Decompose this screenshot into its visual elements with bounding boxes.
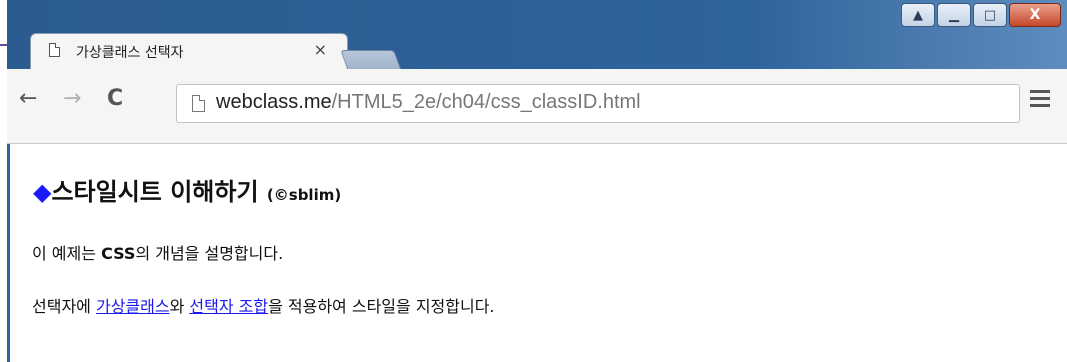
page-icon — [49, 43, 60, 57]
new-tab-button[interactable] — [340, 50, 402, 71]
user-icon: ▲ — [913, 7, 923, 23]
user-profile-button[interactable]: ▲ — [901, 3, 935, 27]
forward-arrow-icon[interactable]: → — [63, 86, 81, 111]
p2-pre: 선택자에 — [32, 297, 96, 316]
menu-bar — [1030, 104, 1050, 107]
link-pseudo-class[interactable]: 가상클래스 — [96, 297, 170, 316]
window-caption-buttons: ▲ ▁ □ X — [901, 3, 1061, 27]
maximize-button[interactable]: □ — [973, 3, 1007, 27]
paragraph-selectors: 선택자에 가상클래스와 선택자 조합을 적용하여 스타일을 지정합니다. — [32, 293, 495, 317]
address-bar[interactable]: webclass.me/HTML5_2e/ch04/css_classID.ht… — [176, 84, 1020, 123]
p2-mid: 와 — [169, 297, 190, 316]
url-path: /HTML5_2e/ch04/css_classID.html — [331, 91, 641, 113]
reload-icon[interactable]: C — [107, 86, 123, 111]
menu-bar — [1030, 90, 1050, 93]
p1-bold: CSS — [101, 244, 136, 263]
p1-pre: 이 예제는 — [32, 244, 102, 263]
back-arrow-icon[interactable]: ← — [19, 86, 37, 111]
browser-toolbar: ← → C webclass.me/HTML5_2e/ch04/css_clas… — [7, 69, 1067, 144]
paragraph-intro: 이 예제는 CSS의 개념을 설명합니다. — [32, 240, 283, 264]
p2-post: 을 적용하여 스타일을 지정합니다. — [268, 297, 495, 316]
url-host: webclass.me — [216, 91, 332, 113]
heading-credit: (©sblim) — [266, 186, 342, 204]
menu-bar — [1030, 97, 1050, 100]
window-left-border — [7, 144, 10, 362]
close-window-button[interactable]: X — [1009, 3, 1061, 27]
link-selector-combination[interactable]: 선택자 조합 — [189, 297, 268, 316]
maximize-icon: □ — [983, 7, 997, 23]
close-icon: X — [1029, 7, 1041, 23]
url-text[interactable]: webclass.me/HTML5_2e/ch04/css_classID.ht… — [216, 91, 641, 114]
page-icon — [192, 95, 205, 112]
heading-text: 스타일시트 이해하기 — [51, 178, 259, 206]
tab-close-icon[interactable]: × — [314, 40, 327, 59]
p1-post: 의 개념을 설명합니다. — [135, 244, 284, 263]
minimize-button[interactable]: ▁ — [937, 3, 971, 27]
minimize-icon: ▁ — [949, 7, 959, 23]
page-heading: ◆스타일시트 이해하기 (©sblim) — [33, 172, 341, 207]
tab-active[interactable]: 가상클래스 선택자 × — [30, 33, 348, 69]
page-content: ◆스타일시트 이해하기 (©sblim) 이 예제는 CSS의 개념을 설명합니… — [7, 144, 1067, 362]
tab-title: 가상클래스 선택자 — [76, 45, 184, 61]
menu-icon[interactable] — [1030, 90, 1050, 111]
diamond-icon: ◆ — [33, 178, 52, 206]
